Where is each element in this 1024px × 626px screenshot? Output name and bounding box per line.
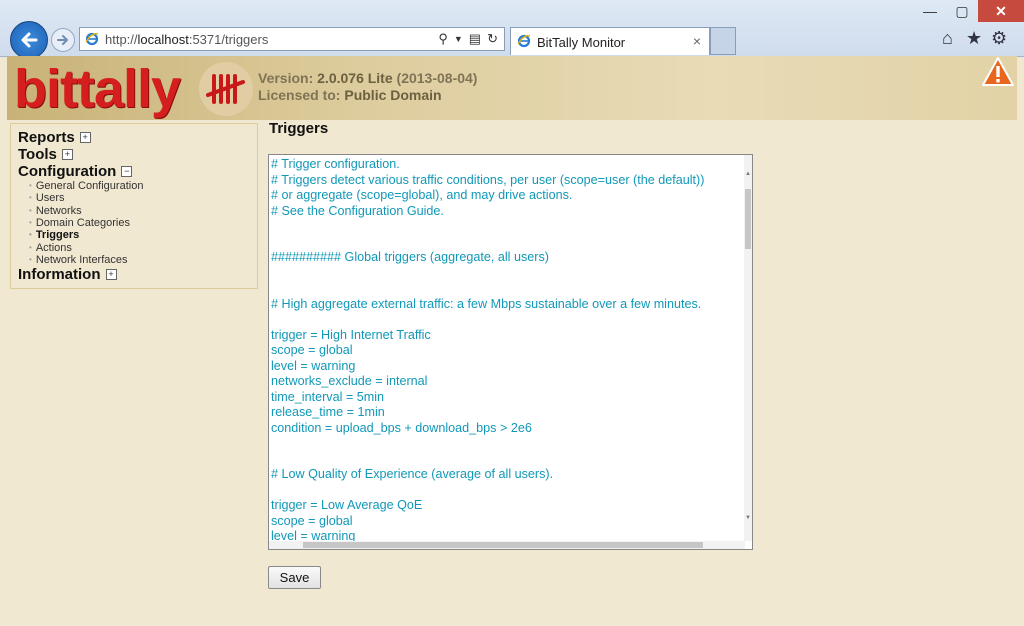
close-window-button[interactable]: ✕ bbox=[978, 0, 1024, 22]
vertical-scrollbar[interactable]: ▲ ▼ bbox=[744, 155, 752, 541]
browser-chrome: — ▢ ✕ http://localhost:5371/triggers ⚲ ▼… bbox=[0, 0, 1024, 59]
gear-icon[interactable]: ⚙ bbox=[991, 28, 1007, 49]
scroll-up-icon[interactable]: ▲ bbox=[744, 171, 752, 177]
dropdown-icon[interactable]: ▼ bbox=[454, 34, 463, 47]
config-line bbox=[271, 219, 741, 235]
config-line bbox=[271, 436, 741, 452]
back-button[interactable] bbox=[10, 21, 48, 59]
version-info: Version: 2.0.076 Lite (2013-08-04) bbox=[258, 70, 478, 86]
sidebar-subitem-users[interactable]: Users bbox=[29, 192, 65, 204]
sidebar-item-configuration[interactable]: Configuration − bbox=[18, 163, 133, 180]
sidebar-item-tools[interactable]: Tools + bbox=[18, 146, 73, 163]
sidebar-subitem-general-configuration[interactable]: General Configuration bbox=[29, 180, 144, 192]
expand-icon[interactable]: + bbox=[79, 132, 91, 143]
app-header: bittally Version: 2.0.076 Lite (2013-08-… bbox=[7, 56, 1017, 120]
sidebar-menu: Reports + Tools + Configuration − Genera… bbox=[10, 123, 258, 289]
address-tools: ⚲ ▼ ▤ ↻ bbox=[438, 31, 498, 47]
tab-bittally-monitor[interactable]: BitTally Monitor × bbox=[510, 27, 710, 55]
config-line: release_time = 1min bbox=[271, 405, 385, 419]
sidebar-item-label: Configuration bbox=[18, 163, 117, 180]
tab-close-icon[interactable]: × bbox=[693, 33, 701, 49]
scroll-thumb[interactable] bbox=[303, 542, 703, 548]
tab-title: BitTally Monitor bbox=[537, 35, 626, 50]
maximize-button[interactable]: ▢ bbox=[946, 0, 978, 22]
sidebar-item-information[interactable]: Information + bbox=[18, 266, 117, 283]
config-text: # Trigger configuration. # Triggers detec… bbox=[271, 157, 741, 545]
new-tab-button[interactable] bbox=[710, 27, 736, 55]
config-line bbox=[271, 281, 741, 297]
sidebar-subitem-actions[interactable]: Actions bbox=[29, 242, 72, 254]
config-line bbox=[271, 452, 741, 468]
config-line: # See the Configuration Guide. bbox=[271, 203, 444, 218]
config-line: # High aggregate external traffic: a few… bbox=[271, 296, 702, 311]
license-info: Licensed to: Public Domain bbox=[258, 87, 442, 103]
expand-icon[interactable]: + bbox=[105, 269, 117, 280]
horizontal-scrollbar[interactable] bbox=[269, 541, 745, 549]
scroll-thumb[interactable] bbox=[745, 189, 751, 249]
config-line: # Trigger configuration. bbox=[271, 157, 400, 171]
save-button[interactable]: Save bbox=[268, 566, 321, 589]
config-line bbox=[271, 483, 741, 499]
config-line: # Triggers detect various traffic condit… bbox=[271, 172, 705, 187]
tally-marks-icon bbox=[199, 62, 253, 116]
sidebar-subitem-networks[interactable]: Networks bbox=[29, 205, 82, 217]
scroll-down-icon[interactable]: ▼ bbox=[744, 515, 752, 521]
sidebar-item-label: Information bbox=[18, 266, 101, 283]
config-line bbox=[271, 266, 741, 282]
sidebar-item-label: Tools bbox=[18, 146, 57, 163]
sidebar-item-label: Reports bbox=[18, 129, 75, 146]
back-arrow-icon bbox=[21, 32, 38, 48]
config-line: # Low Quality of Experience (average of … bbox=[271, 467, 554, 481]
address-url: http://localhost:5371/triggers bbox=[105, 32, 269, 47]
window-controls: — ▢ ✕ bbox=[914, 0, 1024, 22]
favorites-star-icon[interactable]: ★ bbox=[966, 28, 982, 49]
config-line: trigger = High Internet Traffic bbox=[271, 327, 431, 342]
config-line: time_interval = 5min bbox=[271, 389, 385, 404]
ie-logo-icon bbox=[517, 34, 531, 48]
warning-icon[interactable] bbox=[981, 56, 1015, 88]
compat-view-icon[interactable]: ▤ bbox=[469, 31, 481, 47]
address-bar[interactable]: http://localhost:5371/triggers ⚲ ▼ ▤ ↻ bbox=[79, 27, 505, 51]
triggers-config-textarea[interactable]: # Trigger configuration. # Triggers detec… bbox=[268, 154, 753, 550]
config-line: trigger = Low Average QoE bbox=[271, 498, 423, 512]
search-icon[interactable]: ⚲ bbox=[438, 31, 448, 47]
sidebar-subitem-domain-categories[interactable]: Domain Categories bbox=[29, 217, 130, 229]
config-line: # or aggregate (scope=global), and may d… bbox=[271, 188, 573, 202]
minimize-button[interactable]: — bbox=[914, 0, 946, 22]
home-icon[interactable]: ⌂ bbox=[942, 28, 953, 49]
config-line bbox=[271, 312, 741, 328]
sidebar-item-reports[interactable]: Reports + bbox=[18, 129, 91, 146]
config-line: scope = global bbox=[271, 343, 353, 357]
config-line: condition = upload_bps + download_bps > … bbox=[271, 420, 532, 435]
collapse-icon[interactable]: − bbox=[121, 166, 133, 177]
forward-arrow-icon bbox=[57, 35, 69, 45]
config-line: networks_exclude = internal bbox=[271, 374, 428, 388]
refresh-icon[interactable]: ↻ bbox=[487, 31, 498, 47]
forward-button[interactable] bbox=[51, 28, 75, 52]
config-line: scope = global bbox=[271, 513, 353, 528]
page-title: Triggers bbox=[269, 120, 329, 137]
sidebar-subitem-network-interfaces[interactable]: Network Interfaces bbox=[29, 254, 128, 266]
config-line: level = warning bbox=[271, 358, 356, 373]
ie-logo-icon bbox=[85, 32, 99, 46]
sidebar-subitem-triggers[interactable]: Triggers bbox=[29, 229, 79, 241]
bittally-logo: bittally bbox=[14, 59, 181, 119]
config-line bbox=[271, 235, 741, 251]
expand-icon[interactable]: + bbox=[61, 149, 73, 160]
config-line: ########## Global triggers (aggregate, a… bbox=[271, 250, 549, 264]
